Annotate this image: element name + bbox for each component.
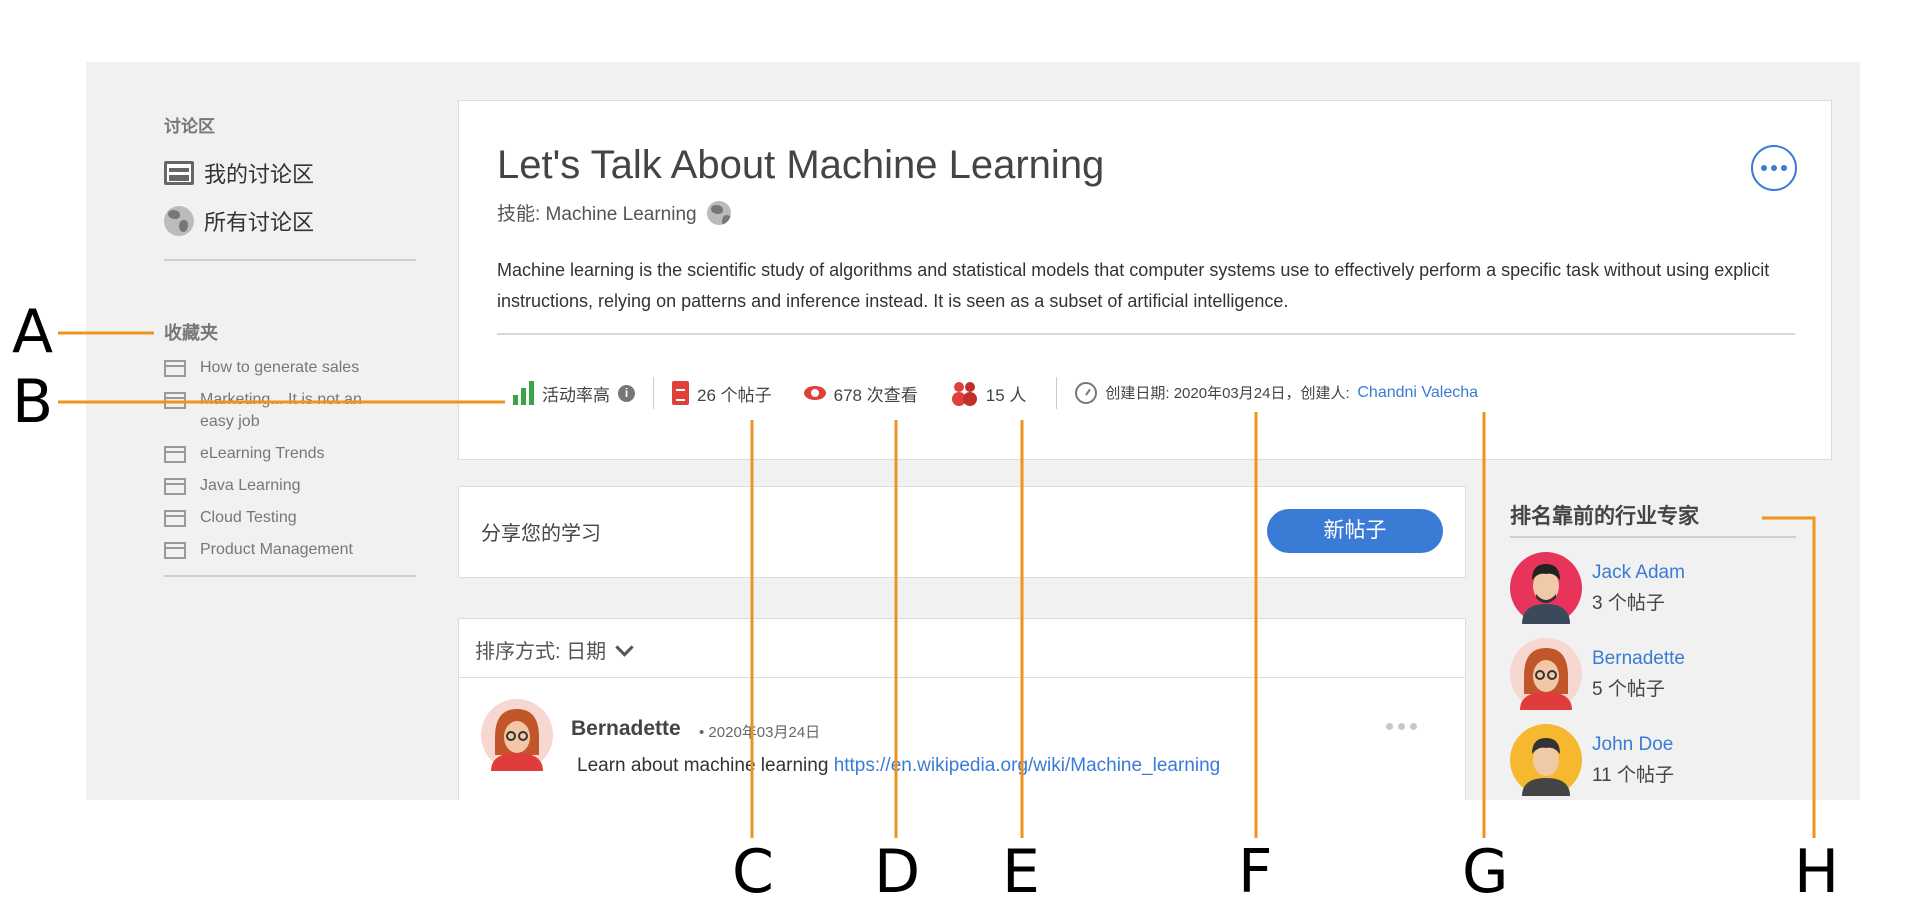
expert-name[interactable]: John Doe [1592, 734, 1674, 756]
board-icon [164, 510, 186, 527]
avatar[interactable] [481, 699, 553, 771]
callout-label-a: A [12, 297, 54, 367]
callout-label-e: E [1002, 837, 1040, 907]
post-link[interactable]: https://en.wikipedia.org/wiki/Machine_le… [834, 755, 1221, 776]
favorite-item[interactable]: Product Management [164, 539, 416, 561]
discussion-stats: 活动率高 i 26 个帖子 678 次查看 15 人 创建日期: 2020年03… [513, 373, 1478, 413]
board-icon [164, 161, 194, 185]
expert-item[interactable]: Bernadette 5 个帖子 [1510, 638, 1800, 710]
callout-label-h: H [1794, 837, 1840, 907]
expert-item[interactable]: Jack Adam 3 个帖子 [1510, 552, 1800, 624]
board-icon [164, 446, 186, 463]
board-icon [164, 360, 186, 377]
people-icon [953, 382, 978, 404]
activity-stat: 活动率高 i [513, 381, 635, 406]
skill-label: 技能: Machine Learning [497, 199, 731, 226]
more-icon [1761, 165, 1767, 171]
chevron-down-icon [615, 638, 634, 657]
callout-label-f: F [1238, 837, 1273, 907]
created-stat: 创建日期: 2020年03月24日，创建人: Chandni Valecha [1075, 382, 1478, 405]
discussion-description: Machine learning is the scientific study… [497, 260, 1770, 311]
share-card: 分享您的学习 新帖子 [458, 486, 1466, 578]
favorite-item[interactable]: Cloud Testing [164, 507, 416, 529]
sidebar-item-label: 所有讨论区 [204, 210, 315, 235]
posts-stat: 26 个帖子 [672, 381, 772, 406]
callout-label-c: C [732, 837, 774, 907]
favorite-item[interactable]: eLearning Trends [164, 443, 416, 465]
expert-item[interactable]: John Doe 11 个帖子 [1510, 724, 1800, 796]
favorites-title: 收藏夹 [164, 323, 218, 343]
sidebar-item-all-discussions[interactable]: 所有讨论区 [164, 197, 416, 245]
expert-name[interactable]: Jack Adam [1592, 562, 1685, 584]
divider [497, 333, 1795, 335]
app-frame: 讨论区 我的讨论区 所有讨论区 收藏夹 How to generate sale… [86, 62, 1860, 800]
experts-title: 排名靠前的行业专家 [1510, 500, 1796, 538]
divider [164, 259, 416, 261]
post-text: Learn about machine learning https://en.… [577, 755, 1221, 776]
expert-post-count: 3 个帖子 [1592, 592, 1665, 614]
page-title: Let's Talk About Machine Learning [497, 143, 1105, 187]
info-icon[interactable]: i [618, 384, 635, 402]
discussion-card: Let's Talk About Machine Learning 技能: Ma… [458, 100, 1832, 460]
favorite-item[interactable]: How to generate sales [164, 357, 416, 379]
favorite-item[interactable]: Java Learning [164, 475, 416, 497]
sidebar-item-my-discussions[interactable]: 我的讨论区 [164, 149, 416, 197]
callout-label-g: G [1462, 837, 1509, 907]
board-icon [164, 392, 186, 409]
avatar [1510, 638, 1582, 710]
document-icon [672, 381, 689, 405]
board-icon [164, 478, 186, 495]
views-stat: 678 次查看 [803, 381, 918, 406]
creator-link[interactable]: Chandni Valecha [1357, 384, 1478, 402]
globe-icon [164, 206, 194, 236]
divider [164, 575, 416, 577]
divider [653, 377, 654, 409]
callout-label-d: D [874, 837, 921, 907]
more-options-button[interactable] [1751, 145, 1797, 191]
posts-card: 排序方式: 日期 Bernadette • 2020年03月24日 Learn … [458, 618, 1466, 800]
sidebar: 讨论区 我的讨论区 所有讨论区 收藏夹 How to generate sale… [164, 112, 416, 577]
activity-bars-icon [513, 381, 534, 405]
share-prompt[interactable]: 分享您的学习 [481, 517, 601, 546]
divider [459, 677, 1465, 678]
callout-label-b: B [12, 367, 54, 437]
new-post-button[interactable]: 新帖子 [1267, 509, 1443, 553]
members-stat: 15 人 [953, 381, 1026, 406]
post-author[interactable]: Bernadette [571, 717, 681, 741]
avatar [1510, 552, 1582, 624]
sidebar-item-label: 我的讨论区 [204, 162, 315, 187]
divider [1056, 377, 1058, 409]
post-more-button[interactable] [1386, 723, 1417, 730]
avatar [1510, 724, 1582, 796]
board-icon [164, 542, 186, 559]
expert-name[interactable]: Bernadette [1592, 648, 1685, 670]
clock-icon [1075, 382, 1098, 404]
favorite-item[interactable]: Marketing... It is not an easy job [164, 389, 416, 433]
globe-icon [706, 200, 731, 225]
top-experts: 排名靠前的行业专家 Jack Adam 3 个帖子 Bernadette 5 个… [1510, 500, 1800, 796]
sort-dropdown[interactable]: 排序方式: 日期 [475, 635, 634, 664]
expert-post-count: 11 个帖子 [1592, 764, 1675, 786]
sidebar-section-title: 讨论区 [164, 117, 215, 136]
expert-post-count: 5 个帖子 [1592, 678, 1665, 700]
post-date: • 2020年03月24日 [699, 724, 821, 741]
eye-icon [803, 386, 826, 400]
